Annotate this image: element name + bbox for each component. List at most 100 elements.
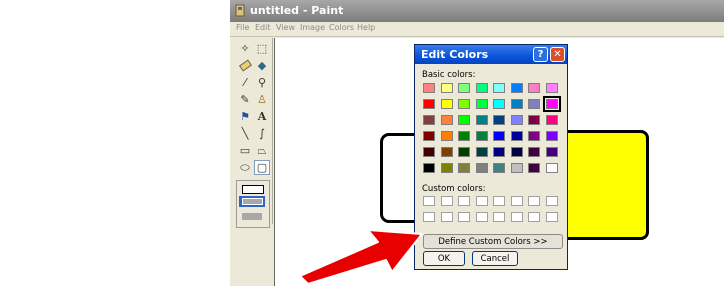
color-swatch[interactable] — [440, 163, 453, 173]
color-swatch[interactable] — [423, 99, 435, 109]
pencil-icon[interactable]: ✎ — [237, 92, 253, 107]
curve-icon[interactable]: ∫ — [254, 126, 270, 141]
color-swatch[interactable] — [475, 99, 488, 109]
color-swatch[interactable] — [545, 83, 558, 93]
custom-color-swatch[interactable] — [528, 196, 540, 206]
custom-color-swatch[interactable] — [458, 212, 470, 222]
polygon-icon[interactable]: ⏢ — [254, 143, 270, 158]
edit-colors-dialog: Edit Colors ? ✕ Basic colors: Custom col… — [414, 44, 568, 270]
eraser-icon[interactable] — [237, 58, 253, 73]
color-swatch[interactable] — [475, 163, 488, 173]
custom-color-swatch[interactable] — [510, 212, 523, 222]
color-swatch[interactable] — [528, 99, 540, 109]
color-swatch[interactable] — [510, 115, 523, 125]
color-swatch[interactable] — [528, 115, 540, 125]
color-swatch[interactable] — [423, 83, 435, 93]
custom-color-swatch[interactable] — [440, 196, 453, 206]
custom-color-swatch[interactable] — [493, 196, 505, 206]
basic-colors-label: Basic colors: — [422, 70, 476, 80]
color-swatch[interactable] — [423, 163, 435, 173]
color-swatch[interactable] — [510, 163, 523, 173]
color-swatch[interactable] — [528, 131, 540, 141]
color-swatch[interactable] — [528, 147, 540, 157]
fill-option-solid[interactable] — [242, 213, 262, 220]
brush-icon[interactable]: ♙ — [254, 92, 270, 107]
menu-colors[interactable]: Colors — [329, 23, 354, 32]
ellipse-icon[interactable]: ⬭ — [237, 160, 253, 175]
color-swatch[interactable] — [423, 115, 435, 125]
dialog-title: Edit Colors — [421, 48, 489, 61]
color-swatch[interactable] — [510, 83, 523, 93]
color-swatch[interactable] — [545, 163, 558, 173]
color-swatch[interactable] — [475, 115, 488, 125]
color-swatch[interactable] — [493, 99, 505, 109]
color-swatch[interactable] — [493, 83, 505, 93]
line-icon[interactable]: ╲ — [237, 126, 253, 141]
custom-color-swatch[interactable] — [440, 212, 453, 222]
color-swatch[interactable] — [440, 99, 453, 109]
color-swatch[interactable] — [510, 147, 523, 157]
menu-edit[interactable]: Edit — [255, 23, 271, 32]
rectangle-icon[interactable]: ▭ — [237, 143, 253, 158]
magnifier-icon[interactable]: ⚲ — [254, 75, 270, 90]
menu-view[interactable]: View — [276, 23, 295, 32]
color-swatch[interactable] — [458, 131, 470, 141]
custom-color-swatch[interactable] — [528, 212, 540, 222]
menu-image[interactable]: Image — [300, 23, 325, 32]
custom-color-swatch[interactable] — [475, 212, 488, 222]
title-bar: untitled - Paint — [230, 0, 724, 22]
custom-colors-label: Custom colors: — [422, 184, 486, 194]
color-swatch[interactable] — [493, 147, 505, 157]
help-button[interactable]: ? — [533, 47, 548, 62]
color-swatch[interactable] — [458, 163, 470, 173]
fill-icon[interactable]: ◆ — [254, 58, 270, 73]
color-swatch[interactable] — [493, 163, 505, 173]
color-swatch[interactable] — [528, 163, 540, 173]
free-select-icon[interactable]: ✧ — [237, 41, 253, 56]
color-swatch[interactable] — [545, 115, 558, 125]
custom-color-swatch[interactable] — [475, 196, 488, 206]
color-swatch[interactable] — [458, 83, 470, 93]
custom-color-swatch[interactable] — [493, 212, 505, 222]
custom-color-swatch[interactable] — [510, 196, 523, 206]
color-swatch[interactable] — [440, 147, 453, 157]
color-swatch[interactable] — [423, 131, 435, 141]
color-swatch[interactable] — [475, 147, 488, 157]
fill-option-selected[interactable] — [239, 196, 265, 207]
paint-app-icon — [235, 4, 245, 17]
custom-color-swatch[interactable] — [458, 196, 470, 206]
color-swatch[interactable] — [528, 83, 540, 93]
color-picker-icon[interactable]: ⁄ — [237, 75, 253, 90]
rect-select-icon[interactable]: ⬚ — [254, 41, 270, 56]
custom-color-swatch[interactable] — [545, 212, 558, 222]
color-swatch[interactable] — [440, 115, 453, 125]
color-swatch[interactable] — [493, 115, 505, 125]
color-swatch[interactable] — [458, 99, 470, 109]
cancel-button[interactable]: Cancel — [472, 251, 518, 266]
menu-help[interactable]: Help — [357, 23, 375, 32]
menu-bar: File Edit View Image Colors Help — [230, 22, 724, 37]
close-button[interactable]: ✕ — [550, 47, 565, 62]
custom-color-swatch[interactable] — [423, 196, 435, 206]
menu-file[interactable]: File — [236, 23, 249, 32]
color-swatch[interactable] — [458, 115, 470, 125]
red-arrow-annotation — [299, 229, 423, 285]
color-swatch[interactable] — [493, 131, 505, 141]
color-swatch[interactable] — [545, 131, 558, 141]
rounded-rect-icon[interactable]: ▢ — [254, 160, 270, 175]
color-swatch[interactable] — [545, 147, 558, 157]
custom-color-swatch[interactable] — [545, 196, 558, 206]
fill-option-outline[interactable] — [242, 185, 264, 194]
text-icon[interactable]: A — [254, 109, 270, 124]
color-swatch[interactable] — [475, 131, 488, 141]
color-swatch[interactable] — [475, 83, 488, 93]
color-swatch[interactable] — [458, 147, 470, 157]
color-swatch[interactable] — [510, 131, 523, 141]
color-swatch[interactable] — [440, 83, 453, 93]
color-swatch[interactable] — [440, 131, 453, 141]
color-swatch[interactable] — [510, 99, 523, 109]
color-swatch[interactable] — [423, 147, 435, 157]
airbrush-icon[interactable]: ⚑ — [237, 109, 253, 124]
define-custom-colors-button[interactable]: Define Custom Colors >> — [423, 234, 563, 249]
color-swatch[interactable] — [542, 96, 561, 112]
